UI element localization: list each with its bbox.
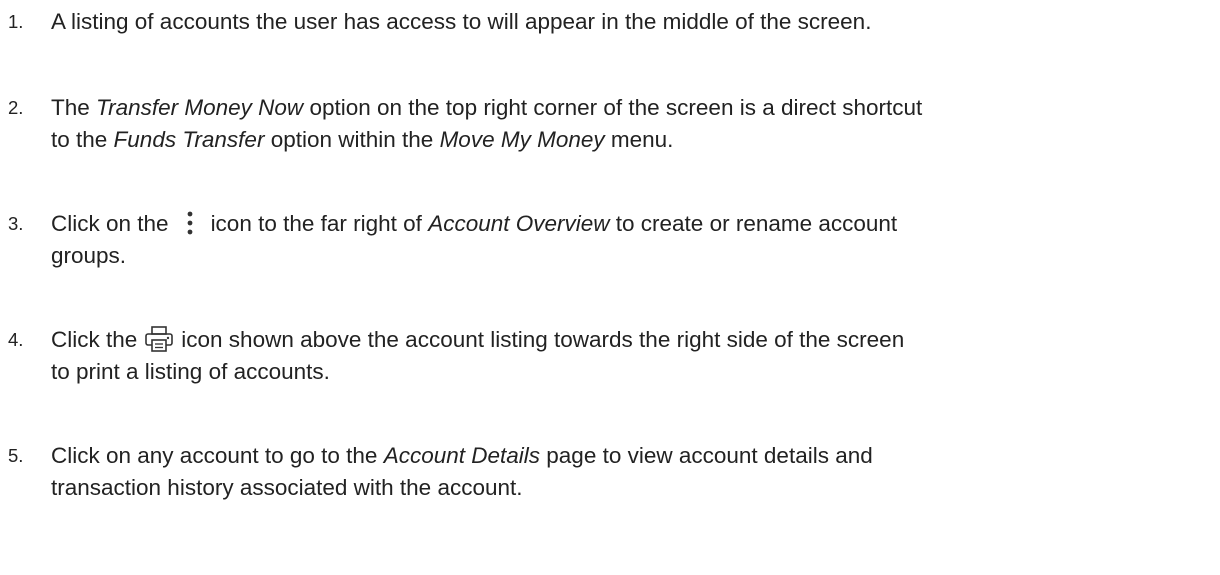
item-text: Click on the icon to the far right of Acc… [51,208,1210,272]
text-run: to the [51,127,114,152]
line: to print a listing of accounts. [51,356,1210,388]
line: Click the icon shown above the account li… [51,324,1210,356]
text-run: Click on the [51,211,169,236]
line: Click on any account to go to the Accoun… [51,440,1210,472]
text-run: page to view account details and [540,443,873,468]
emphasis-move-my-money: Move My Money [439,127,605,152]
item-number: 2. [8,97,24,118]
item-number: 4. [8,329,24,350]
item-text: The Transfer Money Now option on the top… [51,92,1210,156]
line: A listing of accounts the user has acces… [51,6,1210,38]
emphasis-transfer-money-now: Transfer Money Now [96,95,304,120]
emphasis-account-overview: Account Overview [428,211,610,236]
text-run: option within the [264,127,440,152]
emphasis-account-details: Account Details [383,443,541,468]
print-icon [145,326,174,352]
item-number: 3. [8,213,24,234]
instruction-document: 1. A listing of accounts the user has ac… [0,0,1220,575]
item-text: A listing of accounts the user has acces… [51,6,1210,38]
text-run: Click the [51,327,138,352]
text-run: icon shown above the account listing tow… [181,327,905,352]
line: groups. [51,240,1210,272]
text-run: to create or rename account [609,211,898,236]
line: to the Funds Transfer option within the … [51,124,1210,156]
item-text: Click on any account to go to the Accoun… [51,440,1210,504]
line: Click on the icon to the far right of Acc… [51,208,1210,240]
text-run: Click on any account to go to the [51,443,384,468]
line: transaction history associated with the … [51,472,1210,504]
text-run: A listing of accounts the user has acces… [51,9,872,34]
text-run: The [51,95,97,120]
item-text: Click the icon shown above the account li… [51,324,1210,388]
item-number: 5. [8,445,24,466]
item-number: 1. [8,11,24,32]
text-run: icon to the far right of [210,211,429,236]
text-run: transaction history associated with the … [51,475,523,500]
text-run: option on the top right corner of the sc… [303,95,923,120]
text-run: groups. [51,243,127,268]
text-run: menu. [604,127,674,152]
text-run: to print a listing of accounts. [51,359,330,384]
more-vertical-icon [187,211,192,235]
line: The Transfer Money Now option on the top… [51,92,1210,124]
emphasis-funds-transfer: Funds Transfer [113,127,265,152]
